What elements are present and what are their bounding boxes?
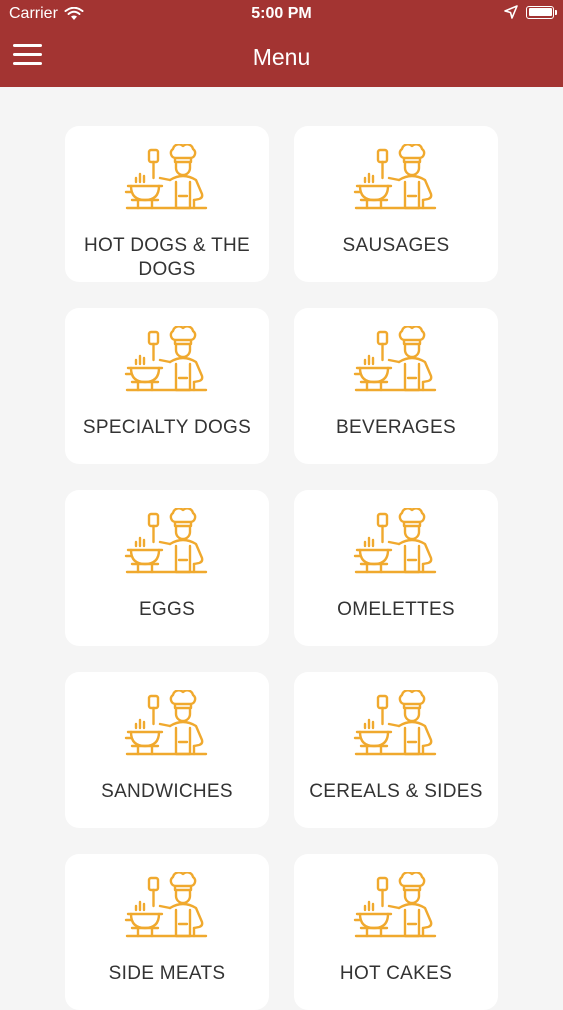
chef-cooking-icon — [353, 508, 439, 588]
category-label: HOT DOGS & THE DOGS — [83, 235, 251, 280]
category-card-hot-cakes[interactable]: HOT CAKES — [294, 854, 498, 1010]
chef-cooking-icon — [124, 144, 210, 224]
category-card-omelettes[interactable]: OMELETTES — [294, 490, 498, 646]
chef-cooking-icon — [353, 326, 439, 406]
category-label: OMELETTES — [337, 599, 455, 620]
chef-cooking-icon — [124, 326, 210, 406]
category-label: SAUSAGES — [342, 235, 450, 256]
chef-cooking-icon — [353, 144, 439, 224]
category-card-cereals-sides[interactable]: CEREALS & SIDES — [294, 672, 498, 828]
category-card-eggs[interactable]: EGGS — [65, 490, 269, 646]
category-card-sandwiches[interactable]: SANDWICHES — [65, 672, 269, 828]
chef-cooking-icon — [124, 690, 210, 770]
category-grid: HOT DOGS & THE DOGS SAUSAGES SPECIALTY D… — [65, 126, 498, 1010]
status-bar: Carrier 5:00 PM — [0, 0, 563, 30]
status-right — [504, 5, 557, 19]
category-label: EGGS — [138, 599, 196, 620]
category-card-beverages[interactable]: BEVERAGES — [294, 308, 498, 464]
chef-cooking-icon — [353, 872, 439, 952]
chef-cooking-icon — [124, 508, 210, 588]
category-label: CEREALS & SIDES — [309, 781, 483, 802]
category-label: SPECIALTY DOGS — [82, 417, 252, 438]
chef-cooking-icon — [353, 690, 439, 770]
battery-icon — [526, 5, 557, 19]
app-header: Carrier 5:00 PM Menu — [0, 0, 563, 87]
category-label: BEVERAGES — [336, 417, 456, 438]
category-card-side-meats[interactable]: SIDE MEATS — [65, 854, 269, 1010]
category-card-hot-dogs[interactable]: HOT DOGS & THE DOGS — [65, 126, 269, 282]
category-label: SIDE MEATS — [108, 963, 226, 984]
category-label: SANDWICHES — [101, 781, 233, 802]
page-title: Menu — [252, 44, 311, 70]
location-arrow-icon — [504, 5, 518, 19]
status-time: 5:00 PM — [251, 5, 312, 22]
category-label: HOT CAKES — [339, 963, 453, 984]
category-card-specialty-dogs[interactable]: SPECIALTY DOGS — [65, 308, 269, 464]
category-card-sausages[interactable]: SAUSAGES — [294, 126, 498, 282]
chef-cooking-icon — [124, 872, 210, 952]
